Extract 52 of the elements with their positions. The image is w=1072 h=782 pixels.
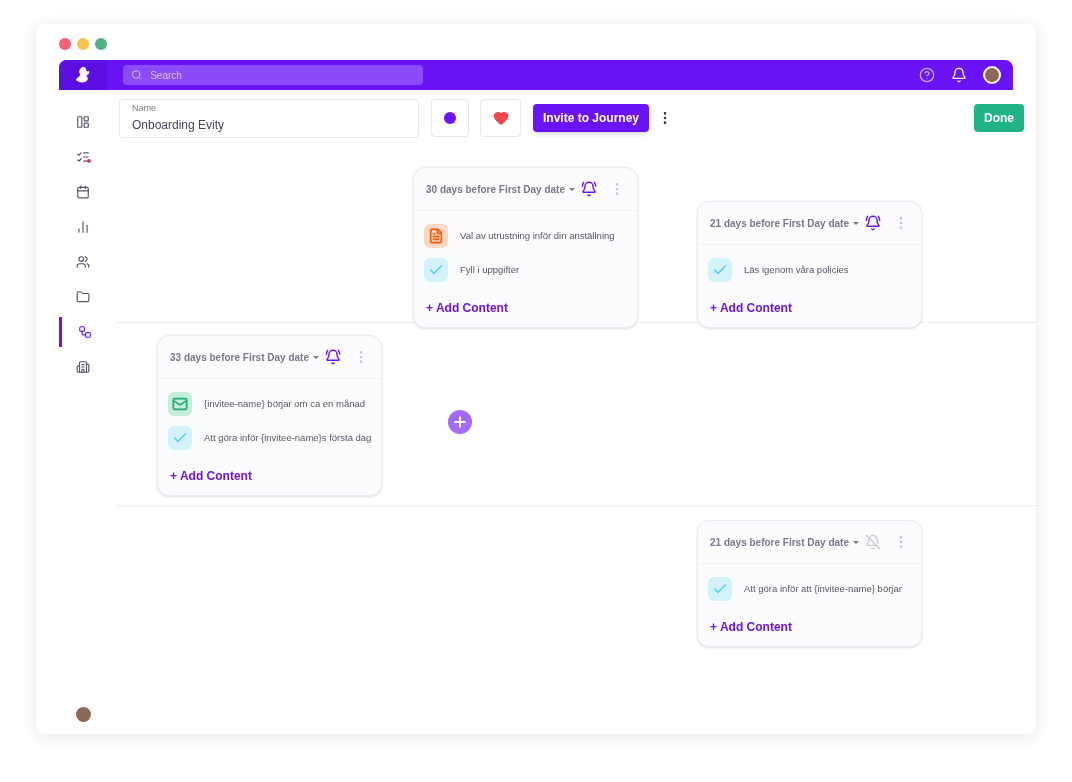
add-content-link[interactable]: + Add Content [710, 618, 792, 636]
bell-icon[interactable] [581, 181, 597, 197]
bar-chart-icon [76, 220, 90, 234]
content-title[interactable]: Fyll i uppgifter [460, 261, 520, 279]
heart-button[interactable] [480, 99, 521, 137]
bell-icon[interactable] [865, 215, 881, 231]
timing-dropdown[interactable]: 21 days before First Day date [710, 215, 859, 231]
content-title[interactable]: Att göra inför att {invitee-name} börjar [744, 580, 902, 598]
checkbox-icon [708, 577, 732, 601]
search-field[interactable]: Search [123, 65, 423, 85]
checkbox-icon [708, 258, 732, 282]
bell-icon[interactable] [325, 349, 341, 365]
add-content-link[interactable]: + Add Content [170, 467, 252, 485]
add-step-button[interactable] [448, 410, 472, 434]
flow-icon [77, 325, 92, 339]
layout-icon [76, 115, 90, 129]
document-icon [424, 224, 448, 248]
content-title[interactable]: Val av utrustning inför din anställning [460, 227, 615, 245]
name-field[interactable]: Name Onboarding Evity [119, 98, 419, 138]
folder-icon [76, 290, 90, 304]
plus-icon [452, 414, 468, 430]
caret-icon [568, 187, 575, 191]
timing-dropdown[interactable]: 21 days before First Day date [710, 534, 859, 550]
color-button[interactable] [431, 99, 469, 137]
content-title[interactable]: Att göra inför {invitee-name}s första dag [204, 429, 372, 447]
envelope-icon [168, 392, 192, 416]
add-content-link[interactable]: + Add Content [426, 299, 508, 317]
caret-icon [852, 221, 859, 225]
timing-dropdown[interactable]: 33 days before First Day date [170, 349, 319, 365]
calendar-icon [76, 185, 90, 199]
checkbox-icon [168, 426, 192, 450]
invite-button[interactable]: Invite to Journey [533, 104, 650, 132]
logo-icon[interactable] [59, 60, 107, 90]
notification-icon[interactable] [951, 67, 967, 83]
timing-dropdown[interactable]: 30 days before First Day date [426, 181, 575, 197]
field-label: Name [132, 102, 157, 116]
heart-icon [492, 110, 509, 126]
content-title[interactable]: {invitee-name} börjar om ca en månad [204, 395, 366, 413]
help-icon[interactable] [919, 67, 935, 83]
avatar[interactable] [983, 66, 1001, 84]
building-icon [76, 360, 90, 374]
caret-icon [852, 540, 859, 544]
content-title[interactable]: Läs igenom våra policies [744, 261, 849, 279]
checklist-icon [76, 150, 90, 164]
search-icon [131, 69, 143, 81]
people-icon [76, 255, 90, 269]
caret-icon [312, 355, 319, 359]
search-input[interactable]: Search [150, 67, 415, 83]
add-content-link[interactable]: + Add Content [710, 299, 792, 317]
checkbox-icon [424, 258, 448, 282]
name-input[interactable]: Onboarding Evity [132, 115, 406, 134]
avatar[interactable] [75, 707, 91, 722]
